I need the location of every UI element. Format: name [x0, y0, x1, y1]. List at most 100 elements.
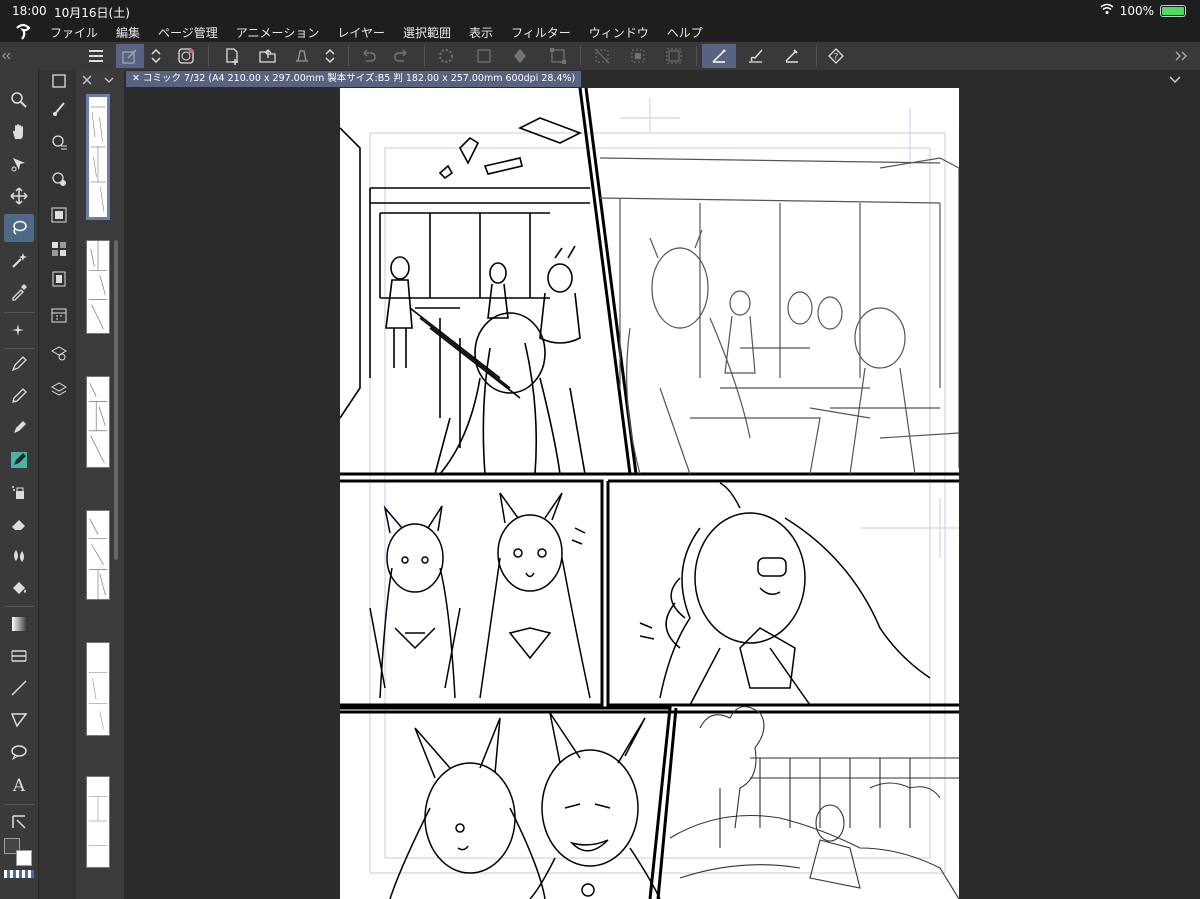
transform-icon[interactable]: [544, 44, 572, 68]
page-thumbnail[interactable]: [86, 510, 110, 600]
ruler-icon[interactable]: [778, 44, 806, 68]
menu-animation[interactable]: アニメーション: [236, 24, 320, 41]
layer-search-icon[interactable]: [46, 340, 72, 366]
main-menu: ファイル 編集 ページ管理 アニメーション レイヤー 選択範囲 表示 フィルター…: [50, 24, 703, 41]
clear-icon[interactable]: [470, 44, 498, 68]
toggle-down-icon[interactable]: [320, 44, 340, 68]
page-thumbnail[interactable]: [86, 240, 110, 334]
chevron-down-icon[interactable]: [1168, 72, 1182, 86]
menu-icon[interactable]: [82, 44, 110, 68]
brush-icon[interactable]: [742, 44, 770, 68]
layer-property-icon[interactable]: [116, 44, 144, 68]
rotate-icon[interactable]: [4, 150, 34, 178]
menu-selection[interactable]: 選択範囲: [403, 24, 451, 41]
panel-outdoor: [669, 706, 959, 899]
filmstrip-icon[interactable]: [46, 266, 72, 292]
manga-sketch: [340, 88, 959, 899]
calendar-icon[interactable]: [46, 302, 72, 328]
eyedropper-icon[interactable]: [4, 278, 34, 306]
panel-classroom-right: [599, 157, 959, 475]
transparent-color-swatch[interactable]: [4, 870, 34, 878]
text-icon[interactable]: A: [4, 770, 34, 798]
marker-icon[interactable]: [4, 414, 34, 442]
pen-icon[interactable]: [4, 350, 34, 378]
menu-window[interactable]: ウィンドウ: [589, 24, 649, 41]
toggle-icon[interactable]: [146, 44, 166, 68]
panel-two-characters: [389, 712, 661, 899]
color-grid-icon[interactable]: [46, 236, 72, 262]
new-page-icon[interactable]: [218, 44, 246, 68]
chevron-down-icon[interactable]: [102, 72, 116, 86]
open-icon[interactable]: [254, 44, 282, 68]
menu-file[interactable]: ファイル: [50, 24, 98, 41]
title-bar: 18:00 10月16日(土) 100% ファイル 編集 ページ管理 アニメーシ…: [0, 0, 1200, 42]
help-icon[interactable]: ?: [822, 44, 850, 68]
pencil-icon[interactable]: [4, 382, 34, 410]
clip-studio-logo-icon[interactable]: [14, 22, 32, 40]
svg-text:?: ?: [834, 53, 839, 63]
svg-text:A: A: [12, 776, 26, 793]
menu-page[interactable]: ページ管理: [158, 24, 218, 41]
invert-icon[interactable]: [624, 44, 652, 68]
zoom-icon[interactable]: [4, 86, 34, 114]
brush-size-icon[interactable]: [46, 130, 72, 156]
redo-icon[interactable]: [388, 44, 416, 68]
sub-tool-panel-icon[interactable]: [46, 68, 72, 94]
save-icon[interactable]: [288, 44, 316, 68]
page-thumbnail[interactable]: [86, 642, 110, 736]
airbrush-icon[interactable]: [4, 478, 34, 506]
color-set-icon[interactable]: [46, 202, 72, 228]
loading-icon[interactable]: [432, 44, 460, 68]
page-manager: [76, 70, 124, 899]
canvas-tab[interactable]: ✕ コミック 7/32 (A4 210.00 x 297.00mm 製本サイズ:…: [126, 71, 582, 87]
page-scrollbar[interactable]: [114, 240, 118, 560]
command-bar: ?: [0, 42, 1200, 70]
line-icon[interactable]: [4, 674, 34, 702]
manga-page[interactable]: [340, 88, 959, 899]
close-icon[interactable]: [80, 72, 94, 86]
move-icon[interactable]: [4, 182, 34, 210]
status-indicators: 100%: [1100, 3, 1186, 18]
correct-line-icon[interactable]: [4, 808, 34, 836]
record-icon[interactable]: [172, 44, 200, 68]
panel-classroom-left: [340, 117, 590, 475]
undo-icon[interactable]: [354, 44, 382, 68]
shape-icon[interactable]: [4, 706, 34, 734]
menu-edit[interactable]: 編集: [116, 24, 140, 41]
tool-property-icon[interactable]: [46, 96, 72, 122]
canvas-area[interactable]: [124, 88, 1200, 899]
panel-glasses-girl: [639, 482, 931, 706]
select-all-icon[interactable]: [660, 44, 688, 68]
hand-icon[interactable]: [4, 118, 34, 146]
lasso-icon[interactable]: [4, 214, 34, 242]
blend-icon[interactable]: [4, 542, 34, 570]
palette-column: [38, 70, 76, 899]
magic-wand-icon[interactable]: [4, 246, 34, 274]
fill-icon[interactable]: [506, 44, 534, 68]
page-thumbnail[interactable]: [86, 776, 110, 868]
sub-color-swatch[interactable]: [16, 850, 32, 866]
menu-view[interactable]: 表示: [469, 24, 493, 41]
color-wheel-icon[interactable]: [46, 166, 72, 192]
layers-icon[interactable]: [46, 376, 72, 402]
speech-bubble-icon[interactable]: [4, 738, 34, 766]
fill-tool-icon[interactable]: [4, 574, 34, 602]
sparkle-icon[interactable]: [4, 316, 34, 344]
deselect-icon[interactable]: [588, 44, 616, 68]
menu-layer[interactable]: レイヤー: [337, 24, 385, 41]
pen-stabilizer-icon[interactable]: [702, 44, 736, 68]
tab-close-icon[interactable]: ✕: [132, 73, 143, 84]
menu-help[interactable]: ヘルプ: [667, 24, 703, 41]
panel-borders: [340, 88, 959, 899]
panel-two-girls: [369, 492, 591, 699]
brush-tool-icon[interactable]: [4, 446, 34, 474]
menu-filter[interactable]: フィルター: [511, 24, 571, 41]
collapse-right-icon[interactable]: [1160, 44, 1200, 68]
gradient-icon[interactable]: [4, 610, 34, 638]
frame-icon[interactable]: [4, 642, 34, 670]
eraser-icon[interactable]: [4, 510, 34, 538]
page-thumbnail[interactable]: [86, 376, 110, 468]
page-thumbnail[interactable]: [86, 94, 110, 220]
collapse-left-icon[interactable]: [0, 44, 14, 68]
tool-palette: A: [0, 70, 38, 899]
